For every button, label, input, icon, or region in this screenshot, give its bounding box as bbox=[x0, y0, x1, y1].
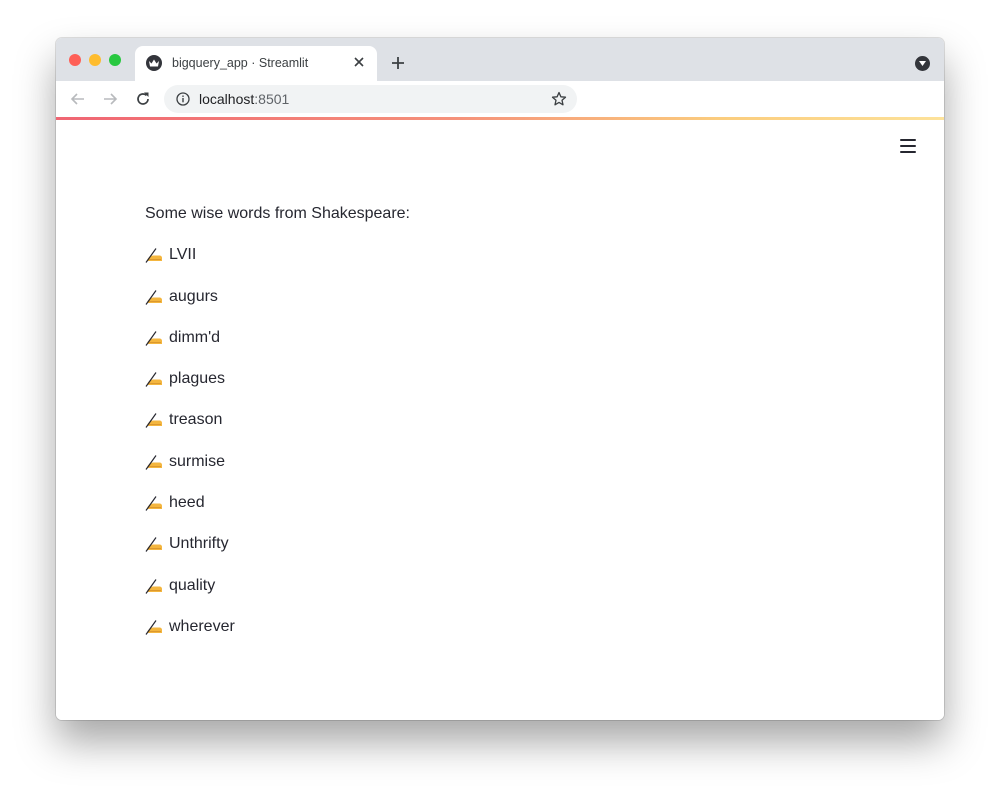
new-tab-button[interactable] bbox=[390, 55, 406, 71]
arrow-left-icon[interactable] bbox=[69, 90, 87, 108]
writing-hand-icon bbox=[145, 247, 163, 264]
arrow-right-icon[interactable] bbox=[101, 90, 119, 108]
list-item: plagues bbox=[145, 367, 410, 391]
list-item: augurs bbox=[145, 285, 410, 309]
word-text: quality bbox=[169, 576, 216, 594]
word-list: LVII augurs dimm'd plagues treason surmi… bbox=[145, 243, 410, 639]
list-item: surmise bbox=[145, 450, 410, 474]
writing-hand-icon bbox=[145, 289, 163, 305]
url-port: :8501 bbox=[254, 91, 290, 107]
close-tab-icon[interactable] bbox=[351, 54, 367, 70]
writing-hand-icon bbox=[145, 371, 163, 388]
writing-hand-icon bbox=[145, 578, 163, 594]
list-item: dimm'd bbox=[145, 326, 410, 350]
word-text: plagues bbox=[169, 370, 226, 388]
hamburger-line bbox=[900, 151, 916, 153]
url-text[interactable]: localhost:8501 bbox=[199, 91, 289, 107]
word-text: LVII bbox=[169, 246, 197, 264]
main-block: Some wise words from Shakespeare: LVII a… bbox=[145, 202, 410, 639]
streamlit-crown-icon bbox=[146, 55, 162, 71]
close-window-button[interactable] bbox=[69, 54, 81, 66]
hamburger-icon[interactable] bbox=[900, 139, 916, 153]
word-text: wherever bbox=[169, 617, 235, 635]
list-item: wherever bbox=[145, 615, 410, 639]
maximize-window-button[interactable] bbox=[109, 54, 121, 66]
hamburger-line bbox=[900, 139, 916, 141]
writing-hand-icon bbox=[145, 619, 163, 635]
list-item: heed bbox=[145, 491, 410, 515]
writing-hand-icon bbox=[145, 412, 163, 429]
hamburger-line bbox=[900, 145, 916, 147]
word-text: treason bbox=[169, 411, 223, 429]
address-bar[interactable]: localhost:8501 bbox=[164, 85, 577, 113]
word-text: dimm'd bbox=[169, 328, 221, 346]
info-icon[interactable] bbox=[176, 92, 190, 106]
list-item: quality bbox=[145, 574, 410, 598]
star-icon[interactable] bbox=[551, 91, 567, 107]
list-item: LVII bbox=[145, 243, 410, 267]
browser-window: bigquery_app · Streamlit localhost:8501 bbox=[56, 38, 944, 720]
list-item: treason bbox=[145, 408, 410, 432]
app-content: Some wise words from Shakespeare: LVII a… bbox=[56, 120, 944, 720]
reload-icon[interactable] bbox=[134, 90, 152, 108]
minimize-window-button[interactable] bbox=[89, 54, 101, 66]
list-item: Unthrifty bbox=[145, 532, 410, 556]
tab-strip: bigquery_app · Streamlit bbox=[56, 38, 944, 81]
word-text: Unthrifty bbox=[169, 535, 229, 553]
writing-hand-icon bbox=[145, 330, 163, 346]
tab-search-dropdown-icon[interactable] bbox=[915, 56, 930, 71]
word-text: surmise bbox=[169, 452, 226, 470]
browser-tab[interactable]: bigquery_app · Streamlit bbox=[135, 46, 377, 81]
writing-hand-icon bbox=[145, 536, 163, 553]
word-text: augurs bbox=[169, 287, 218, 305]
word-text: heed bbox=[169, 494, 205, 512]
url-host: localhost bbox=[199, 91, 255, 107]
browser-toolbar: localhost:8501 bbox=[56, 81, 944, 117]
writing-hand-icon bbox=[145, 495, 163, 511]
writing-hand-icon bbox=[145, 454, 163, 470]
intro-text: Some wise words from Shakespeare: bbox=[145, 205, 410, 222]
tab-title: bigquery_app · Streamlit bbox=[172, 56, 309, 70]
